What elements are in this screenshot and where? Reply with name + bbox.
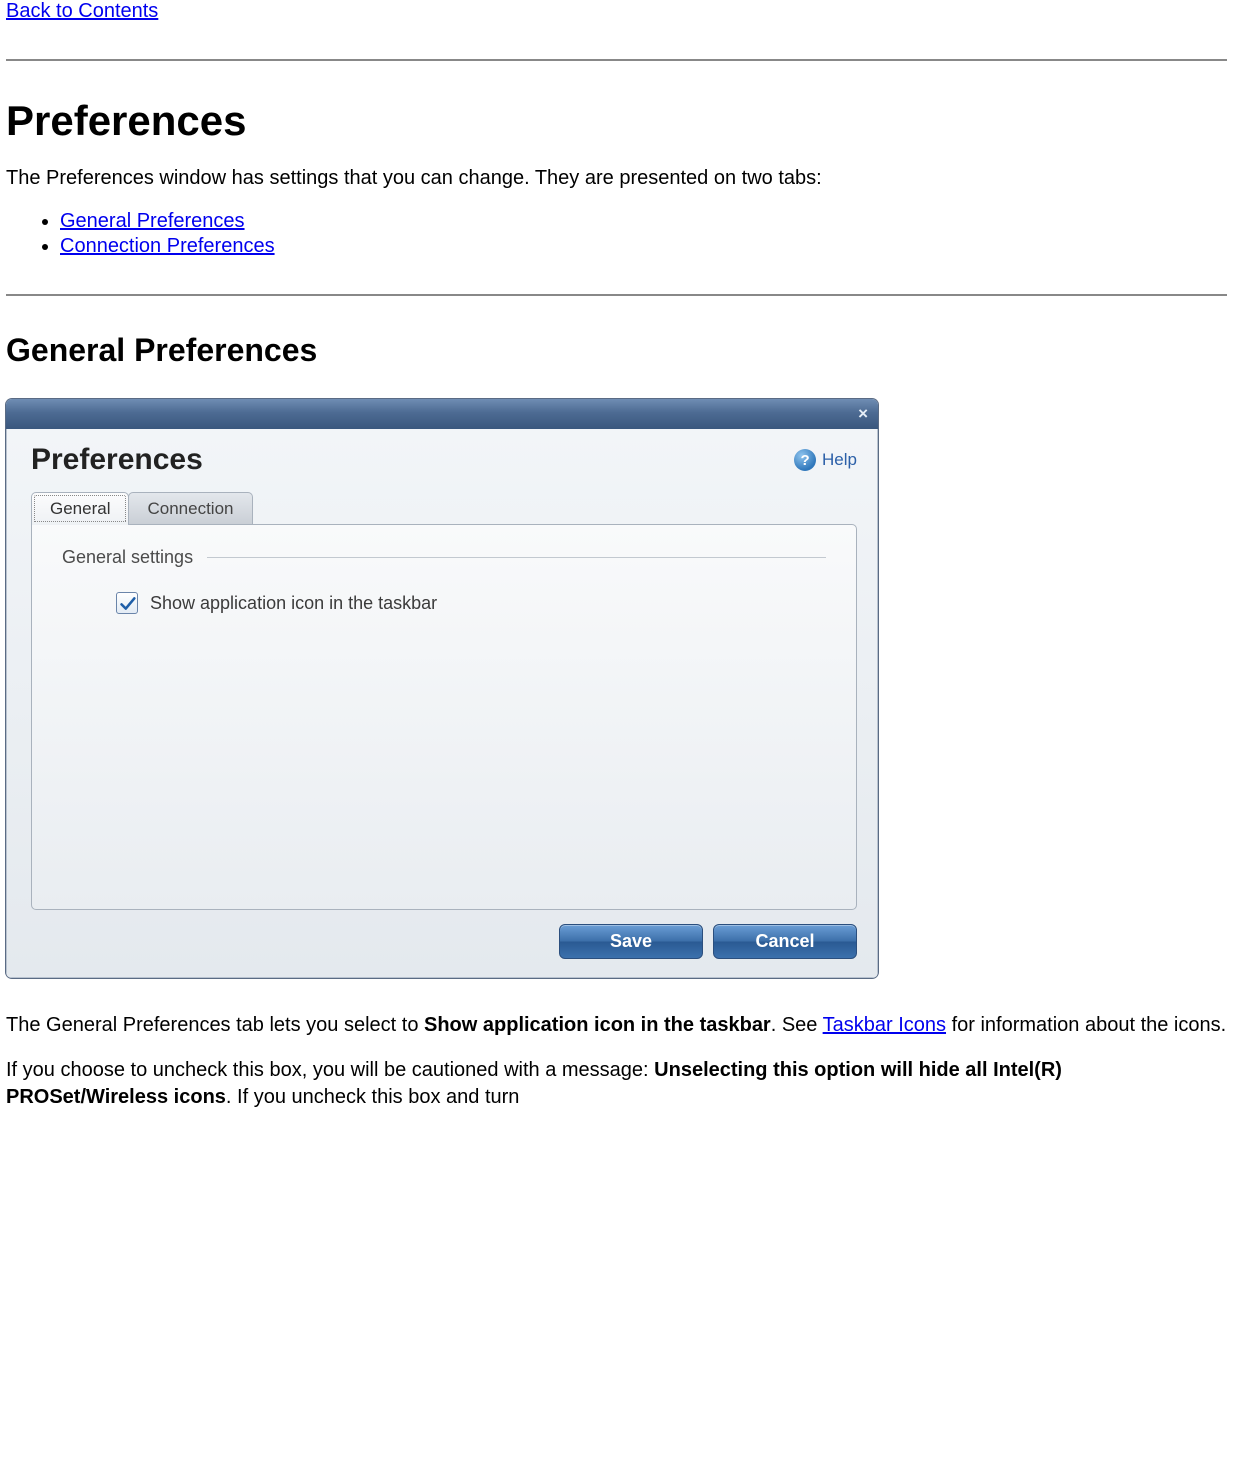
help-icon: ? xyxy=(794,449,816,471)
tab-strip: General Connection xyxy=(31,491,857,524)
dialog-titlebar: × xyxy=(6,399,878,429)
checkbox-icon[interactable] xyxy=(116,592,138,614)
taskbar-icons-link[interactable]: Taskbar Icons xyxy=(823,1014,946,1036)
text: The General Preferences tab lets you sel… xyxy=(6,1014,424,1036)
checkbox-label: Show application icon in the taskbar xyxy=(150,593,437,614)
section-heading-general: General Preferences xyxy=(6,332,1227,369)
tab-links-list: General Preferences Connection Preferenc… xyxy=(60,210,1227,258)
tab-connection[interactable]: Connection xyxy=(128,492,252,525)
divider xyxy=(6,294,1227,296)
intro-paragraph: The Preferences window has settings that… xyxy=(6,165,1227,192)
cancel-button[interactable]: Cancel xyxy=(713,924,857,959)
tab-general[interactable]: General xyxy=(31,492,129,525)
tab-pane-general: General settings Show application icon i… xyxy=(31,524,857,910)
save-button[interactable]: Save xyxy=(559,924,703,959)
dialog-body: Preferences ? Help General Connection Ge… xyxy=(6,429,878,978)
help-link[interactable]: ? Help xyxy=(794,449,857,471)
fieldset-label-text: General settings xyxy=(62,547,193,568)
general-preferences-link[interactable]: General Preferences xyxy=(60,210,245,232)
close-icon[interactable]: × xyxy=(858,404,868,424)
preferences-dialog: × Preferences ? Help General Connection … xyxy=(6,399,878,978)
description-paragraph-1: The General Preferences tab lets you sel… xyxy=(6,1012,1227,1039)
fieldset-general-settings: General settings xyxy=(62,547,826,568)
page-title: Preferences xyxy=(6,97,1227,145)
dialog-button-row: Save Cancel xyxy=(31,924,857,959)
list-item: General Preferences xyxy=(60,210,1227,233)
list-item: Connection Preferences xyxy=(60,235,1227,258)
fieldset-divider xyxy=(207,557,826,558)
description-paragraph-2: If you choose to uncheck this box, you w… xyxy=(6,1057,1227,1111)
connection-preferences-link[interactable]: Connection Preferences xyxy=(60,235,275,257)
bold-text: Show application icon in the taskbar xyxy=(424,1014,771,1036)
text: . See xyxy=(771,1014,823,1036)
back-to-contents-link[interactable]: Back to Contents xyxy=(6,0,158,22)
divider xyxy=(6,59,1227,61)
dialog-title: Preferences xyxy=(31,443,203,477)
show-icon-checkbox-row[interactable]: Show application icon in the taskbar xyxy=(116,592,826,614)
help-label: Help xyxy=(822,450,857,470)
text: . If you uncheck this box and turn xyxy=(226,1086,520,1108)
text: If you choose to uncheck this box, you w… xyxy=(6,1059,654,1081)
text: for information about the icons. xyxy=(946,1014,1226,1036)
